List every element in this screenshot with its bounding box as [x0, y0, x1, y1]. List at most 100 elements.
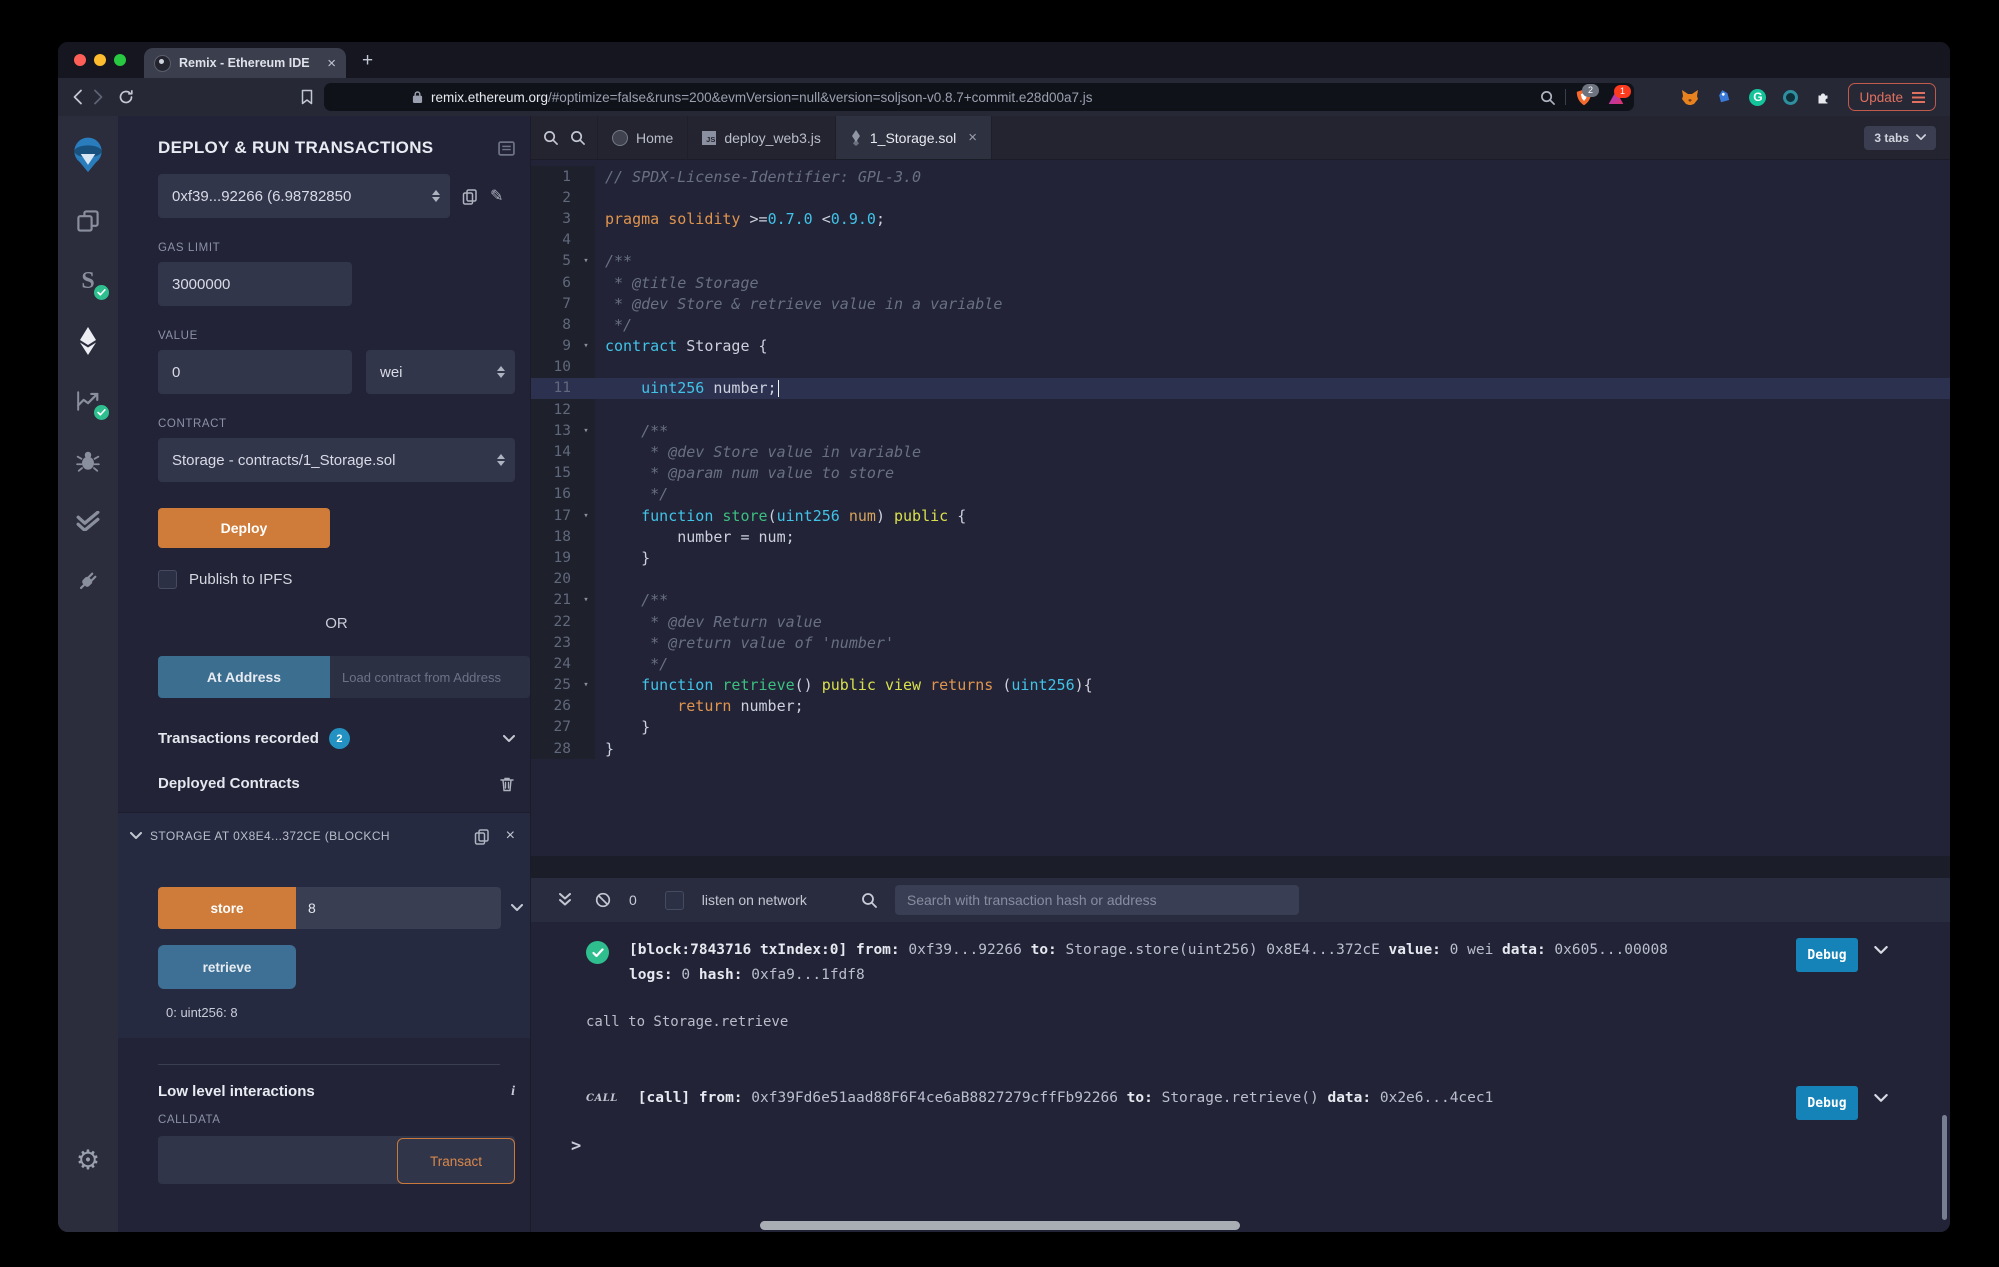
triangle-extension-icon[interactable]: 1 — [1608, 84, 1631, 105]
terminal-resize-handle[interactable] — [531, 856, 1950, 878]
trash-icon[interactable] — [499, 776, 515, 792]
menu-icon[interactable] — [1912, 91, 1925, 103]
code-line[interactable]: 22 * @dev Return value — [531, 610, 1950, 633]
tab-close-icon[interactable]: × — [327, 55, 336, 72]
code-line[interactable]: 20 — [531, 568, 1950, 590]
edit-account-icon[interactable]: ✎ — [490, 186, 503, 206]
expand-terminal-icon[interactable] — [559, 893, 571, 907]
contract-select[interactable]: Storage - contracts/1_Storage.sol — [158, 438, 515, 482]
deploy-and-run-icon[interactable] — [73, 326, 103, 356]
value-input[interactable]: 0 — [158, 350, 352, 394]
chevron-down-icon[interactable] — [503, 735, 515, 743]
code-line[interactable]: 23 * @return value of 'number' — [531, 632, 1950, 654]
circle-extension-icon[interactable] — [1783, 89, 1799, 105]
fold-marker-icon[interactable]: ▾ — [577, 505, 595, 527]
code-line[interactable]: 15 * @param num value to store — [531, 462, 1950, 484]
extensions-puzzle-icon[interactable] — [1815, 89, 1831, 105]
code-line[interactable]: 26 return number; — [531, 695, 1950, 717]
code-editor[interactable]: 1 // SPDX-License-Identifier: GPL-3.0 2 3 pr… — [531, 160, 1950, 856]
copy-account-icon[interactable] — [462, 188, 478, 205]
terminal-scrollbar[interactable] — [1942, 1115, 1947, 1220]
code-line[interactable]: 27 } — [531, 716, 1950, 739]
unit-testing-icon[interactable] — [73, 506, 103, 536]
code-line[interactable]: 13 ▾ /** — [531, 420, 1950, 442]
fold-marker-icon[interactable]: ▾ — [577, 589, 595, 611]
code-line[interactable]: 24 */ — [531, 653, 1950, 675]
account-select[interactable]: 0xf39...92266 (6.98782850 — [158, 174, 450, 218]
fold-marker-icon[interactable]: ▾ — [577, 250, 595, 272]
plugin-manager-icon[interactable] — [73, 566, 103, 596]
store-button[interactable]: store — [158, 887, 296, 929]
url-bar[interactable]: remix.ethereum.org/#optimize=false&runs=… — [324, 83, 1634, 111]
code-line[interactable]: 2 — [531, 187, 1950, 209]
tab-storage-sol[interactable]: 1_Storage.sol × — [835, 116, 993, 159]
settings-gear-icon[interactable]: ⚙ — [58, 1145, 118, 1176]
minimize-window-button[interactable] — [94, 54, 106, 66]
fold-marker-icon[interactable]: ▾ — [577, 335, 595, 357]
terminal-prompt[interactable]: > — [531, 1136, 1950, 1156]
code-line[interactable]: 3 pragma solidity >=0.7.0 <0.9.0; — [531, 208, 1950, 230]
back-button[interactable] — [72, 89, 83, 105]
deploy-button[interactable]: Deploy — [158, 508, 330, 548]
code-line[interactable]: 16 */ — [531, 483, 1950, 505]
solidity-compiler-icon[interactable]: S — [73, 266, 109, 300]
code-line[interactable]: 25 ▾ function retrieve() public view retu… — [531, 674, 1950, 696]
clear-console-icon[interactable] — [595, 892, 611, 908]
tabs-count-button[interactable]: 3 tabs — [1864, 125, 1936, 150]
code-line[interactable]: 4 — [531, 229, 1950, 251]
copy-address-icon[interactable] — [474, 828, 490, 845]
static-analysis-icon[interactable] — [73, 386, 109, 420]
tag-extension-icon[interactable] — [1716, 89, 1732, 105]
code-line[interactable]: 8 */ — [531, 314, 1950, 336]
code-line[interactable]: 28} — [531, 738, 1950, 760]
code-line[interactable]: 17 ▾ function store(uint256 num) public { — [531, 505, 1950, 527]
code-line[interactable]: 18 number = num; — [531, 526, 1950, 548]
bookmark-icon[interactable] — [300, 89, 314, 105]
new-tab-button[interactable]: + — [362, 51, 373, 70]
transact-button[interactable]: Transact — [397, 1138, 515, 1184]
expand-store-icon[interactable] — [511, 904, 523, 912]
browser-tab[interactable]: Remix - Ethereum IDE × — [144, 48, 346, 78]
update-button[interactable]: Update — [1848, 83, 1936, 111]
at-address-input[interactable] — [330, 656, 530, 698]
metamask-icon[interactable] — [1681, 89, 1699, 106]
retrieve-button[interactable]: retrieve — [158, 945, 296, 989]
debug-button[interactable]: Debug — [1796, 938, 1858, 972]
code-line[interactable]: 11 uint256 number; — [531, 377, 1950, 400]
code-line[interactable]: 14 * @dev Store value in variable — [531, 441, 1950, 463]
publish-ipfs-checkbox[interactable] — [158, 570, 177, 589]
info-icon[interactable]: i — [511, 1084, 515, 1100]
zoom-out-icon[interactable] — [543, 130, 558, 145]
tab-deploy-web3[interactable]: JS deploy_web3.js — [688, 116, 836, 159]
gas-limit-input[interactable]: 3000000 — [158, 262, 352, 306]
code-line[interactable]: 10 — [531, 356, 1950, 378]
close-window-button[interactable] — [74, 54, 86, 66]
at-address-button[interactable]: At Address — [158, 656, 330, 698]
code-line[interactable]: 21 ▾ /** — [531, 589, 1950, 611]
listen-network-checkbox[interactable] — [664, 890, 684, 910]
code-line[interactable]: 19 } — [531, 547, 1950, 569]
remix-logo-icon[interactable] — [66, 132, 110, 176]
expand-log-icon[interactable] — [1874, 1094, 1888, 1103]
chevron-down-icon[interactable] — [130, 832, 142, 840]
debugger-icon[interactable] — [73, 446, 103, 476]
panel-header-icon[interactable] — [498, 141, 515, 156]
brave-shield-icon[interactable]: 2 — [1576, 83, 1599, 106]
code-line[interactable]: 1 // SPDX-License-Identifier: GPL-3.0 — [531, 166, 1950, 188]
code-line[interactable]: 12 — [531, 399, 1950, 421]
grammarly-icon[interactable]: G — [1749, 88, 1767, 106]
file-explorer-icon[interactable] — [73, 206, 103, 236]
debug-button[interactable]: Debug — [1796, 1086, 1858, 1120]
tab-home[interactable]: Home — [597, 116, 689, 159]
code-line[interactable]: 9 ▾ contract Storage { — [531, 335, 1950, 357]
fold-marker-icon[interactable]: ▾ — [577, 674, 595, 696]
fold-marker-icon[interactable]: ▾ — [577, 420, 595, 442]
terminal-search-input[interactable] — [894, 885, 1299, 915]
maximize-window-button[interactable] — [114, 54, 126, 66]
remove-contract-icon[interactable]: × — [506, 827, 515, 845]
store-argument-input[interactable] — [296, 887, 501, 929]
reload-button[interactable] — [118, 89, 134, 105]
code-line[interactable]: 6 * @title Storage — [531, 271, 1950, 294]
unit-select[interactable]: wei — [366, 350, 515, 394]
code-line[interactable]: 7 * @dev Store & retrieve value in a var… — [531, 293, 1950, 315]
